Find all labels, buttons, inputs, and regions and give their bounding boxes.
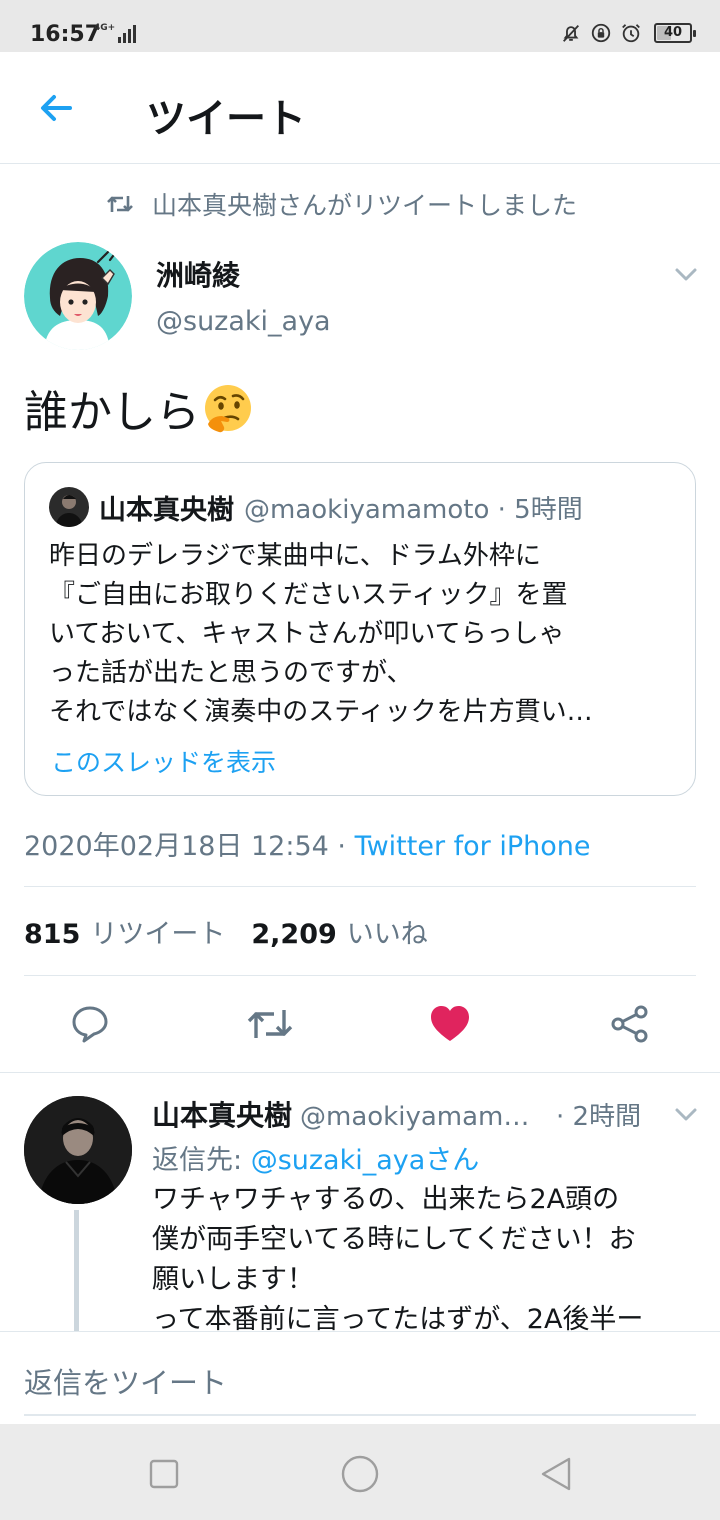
alarm-icon [622,24,640,43]
quoted-text-line: いておいて、キャストさんが叩いてらっしゃ [49,619,565,649]
reply-input[interactable]: 返信をツイート [24,1360,227,1402]
input-underline [24,1414,696,1416]
reply-to: 返信先: @suzaki_ayaさん [152,1138,479,1177]
reply-icon [72,1006,108,1043]
signal-indicator: 4G+ [94,23,137,43]
bell-off-icon [562,25,580,42]
retweet-icon [247,1010,293,1038]
reply-button[interactable] [66,1000,114,1048]
retweet-label[interactable]: リツイート [90,912,225,951]
reply-text-line: 僕が両手空いてる時にしてください！お [152,1224,636,1255]
chevron-down-icon[interactable] [670,1098,702,1130]
reply-author-avatar[interactable] [24,1096,132,1204]
reply-to-handle-link[interactable]: @suzaki_ayaさん [251,1145,480,1176]
quoted-author-avatar [49,487,89,527]
like-count[interactable]: 2,209 [251,919,336,950]
meta-separator: · [328,831,355,862]
battery-icon: 40 [654,23,696,43]
tweet-meta: 2020年02月18日 12:54 · Twitter for iPhone [24,824,591,863]
retweet-notice-text: 山本真央樹さんがリツイートしました [152,191,578,220]
author-handle[interactable]: @suzaki_aya [156,306,331,337]
reply-text-line: ワチャワチャするの、出来たら2A頭の [152,1184,620,1215]
triangle-back-icon [541,1457,571,1491]
section-divider [0,1072,720,1073]
retweet-count[interactable]: 815 [24,919,80,950]
quoted-author-handle: @maokiyamamoto · 5時間 [244,494,583,525]
divider [24,886,696,887]
show-thread-link[interactable]: このスレッドを表示 [51,743,276,779]
reply-time: · 2時間 [556,1102,642,1132]
reply-header: 山本真央樹 @maokiyamam… [152,1094,529,1134]
reply-author-name[interactable]: 山本真央樹 [152,1094,292,1134]
battery-percent: 40 [663,25,683,40]
reply-author-handle[interactable]: @maokiyamam… [300,1102,529,1132]
retweet-notice[interactable]: 山本真央樹さんがリツイートしました [106,186,577,222]
author-name[interactable]: 洲崎綾 [156,254,240,294]
share-icon [611,1005,648,1043]
back-nav-button[interactable] [536,1454,576,1494]
network-type: 4G+ [94,23,116,33]
quoted-text-line: った話が出たと思うのですが、 [49,658,413,688]
quoted-author-name: 山本真央樹 [99,494,234,526]
author-avatar[interactable] [24,242,132,350]
quoted-tweet-card[interactable]: 山本真央樹 @maokiyamamoto · 5時間 昨日のデレラジで某曲中に、… [24,462,696,796]
thread-connector-line [74,1210,79,1335]
like-label[interactable]: いいね [347,912,428,951]
rotation-lock-icon [591,23,611,43]
home-button[interactable] [340,1454,380,1494]
circle-icon [341,1455,379,1493]
status-bar: 16:57 4G+ 40 [0,0,720,52]
system-nav-bar [0,1424,720,1520]
retweet-button[interactable] [246,1000,294,1048]
back-button[interactable] [30,82,82,134]
quoted-text-line: 昨日のデレラジで某曲中に、ドラム外枠に [49,541,541,571]
avatar-illustration [24,242,132,350]
like-icon [431,1006,469,1041]
tweet-source-link[interactable]: Twitter for iPhone [355,831,591,862]
chevron-down-icon[interactable] [670,258,702,290]
back-arrow-icon [41,95,72,121]
app-bar: ツイート [0,52,720,164]
reply-text: ワチャワチャするの、出来たら2A頭の 僕が両手空いてる時にしてください！お 願い… [152,1180,700,1340]
reply-to-label: 返信先: [152,1145,251,1176]
retweet-icon [107,196,133,212]
thinking-face-emoji [205,385,251,433]
reply-text-line: 願いします！ [152,1264,314,1295]
reply-avatar-photo [24,1096,132,1204]
page-title: ツイート [146,96,306,142]
quoted-text-line: それではなく演奏中のスティックを片方貫い… [49,697,593,727]
tweet-actions [0,976,720,1072]
signal-bars-icon [118,23,137,43]
recents-button[interactable] [144,1454,184,1494]
status-time: 16:57 [30,22,101,47]
square-icon [149,1459,179,1489]
reply-compose-bar: 返信をツイート [0,1331,720,1423]
quoted-tweet-header: 山本真央樹 @maokiyamamoto · 5時間 [49,487,583,527]
tweet-timestamp: 2020年02月18日 12:54 [24,831,329,862]
quoted-text-line: 『ご自由にお取りくださいスティック』を置 [49,580,568,610]
quoted-tweet-text: 昨日のデレラジで某曲中に、ドラム外枠に 『ご自由にお取りくださいスティック』を置… [49,537,673,732]
tweet-stats: 815 リツイート 2,209 いいね [24,912,454,951]
share-button[interactable] [606,1000,654,1048]
like-button[interactable] [426,1000,474,1048]
tweet-text: 誰かしら [24,376,256,440]
tweet-text-content: 誰かしら [24,387,200,438]
